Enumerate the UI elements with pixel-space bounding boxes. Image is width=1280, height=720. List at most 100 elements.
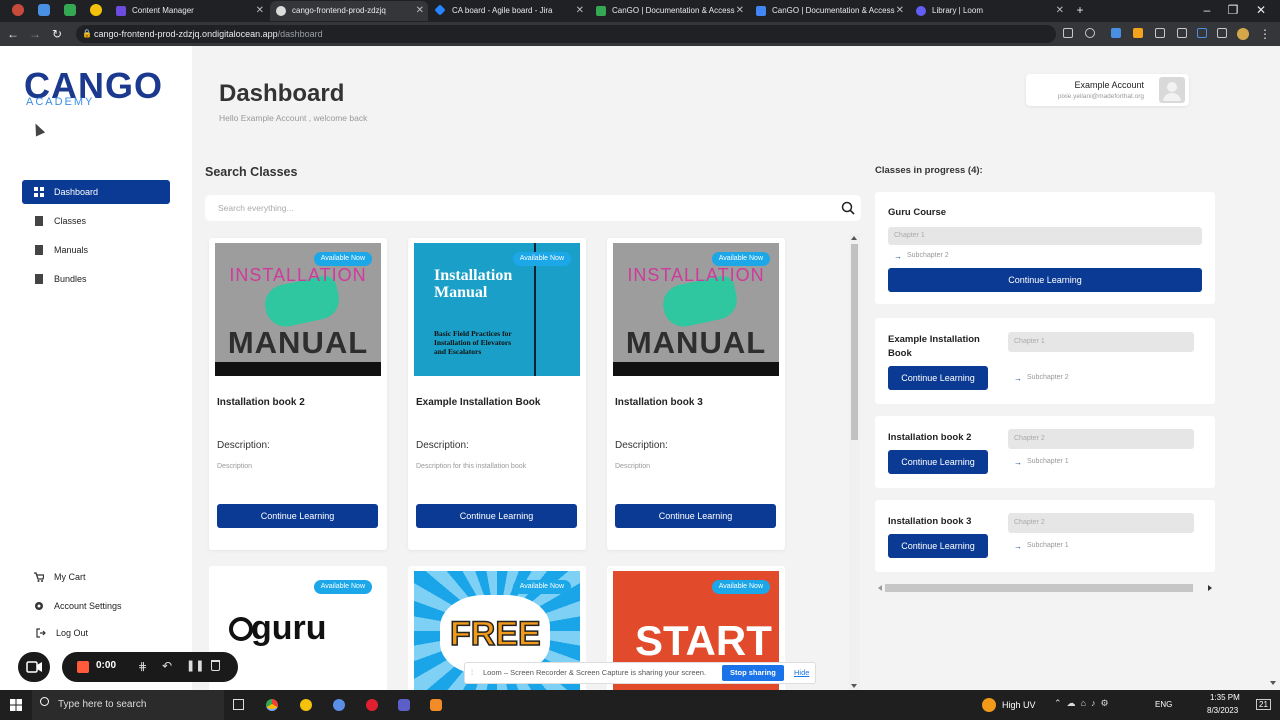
app-icon[interactable] [300, 699, 312, 711]
progress-item: Guru Course Chapter 1 → Subchapter 2 Cont… [875, 192, 1215, 304]
close-icon[interactable]: ✕ [736, 1, 744, 21]
tray-icons[interactable]: ⌃☁⌂♪⚙ [1054, 698, 1114, 709]
account-email: pixie.yeilani@madeforthat.org [1057, 93, 1144, 100]
browser-tab-bar: Content Manager ✕ cango-frontend-prod-zd… [0, 0, 1280, 22]
close-window-button[interactable]: ✕ [1254, 2, 1268, 18]
clock-time[interactable]: 1:35 PM [1210, 693, 1240, 702]
continue-learning-button[interactable]: Continue Learning [888, 268, 1202, 292]
close-icon[interactable]: ✕ [1056, 1, 1064, 21]
close-icon[interactable]: ✕ [576, 1, 584, 21]
star-icon[interactable] [1085, 28, 1095, 38]
account-box[interactable]: Example Account pixie.yeilani@madefortha… [1026, 74, 1189, 106]
profile-avatar[interactable] [1237, 28, 1249, 40]
sidebar-item-classes[interactable]: Classes [22, 209, 170, 233]
notification-badge[interactable]: 21 [1256, 699, 1271, 710]
continue-learning-button[interactable]: Continue Learning [217, 504, 378, 528]
pause-icon[interactable]: ❚❚ [186, 659, 204, 672]
app-icon[interactable] [333, 699, 345, 711]
scroll-up-arrow[interactable] [851, 236, 857, 240]
sidebar-item-my-cart[interactable]: My Cart [34, 570, 86, 584]
task-view-icon[interactable] [233, 699, 244, 710]
back-icon[interactable]: ← [6, 26, 20, 42]
logo[interactable]: CANGO ACADEMY [24, 66, 169, 114]
clock-date[interactable]: 8/3/2023 [1207, 706, 1238, 715]
chrome-icon[interactable] [266, 699, 278, 711]
close-icon[interactable]: ✕ [416, 1, 424, 21]
sublime-icon[interactable] [430, 699, 442, 711]
sidebar-item-log-out[interactable]: Log Out [36, 626, 88, 640]
windows-start-icon[interactable] [10, 699, 22, 711]
subchapter-link[interactable]: → Subchapter 2 [1014, 374, 1069, 383]
extension-icon[interactable] [1111, 28, 1121, 38]
scroll-left-arrow[interactable] [878, 585, 882, 591]
share-icon[interactable] [1063, 28, 1073, 38]
pinned-tab-icon[interactable] [12, 4, 24, 16]
puzzle-icon[interactable] [1155, 28, 1165, 38]
media-icon[interactable] [1177, 28, 1187, 38]
close-icon[interactable]: ✕ [256, 1, 264, 21]
tab-cango-frontend[interactable]: cango-frontend-prod-zdzjq ✕ [270, 1, 428, 21]
tab-content-manager[interactable]: Content Manager ✕ [110, 1, 268, 21]
book-icon [35, 245, 43, 255]
continue-learning-button[interactable]: Continue Learning [416, 504, 577, 528]
sidebar-item-account-settings[interactable]: Account Settings [34, 599, 122, 613]
weather-text[interactable]: High UV [1002, 700, 1036, 710]
continue-learning-button[interactable]: Continue Learning [888, 366, 988, 390]
tab-cango-docs-2[interactable]: CanGO | Documentation & Access ✕ [750, 1, 908, 21]
tab-loom[interactable]: Library | Loom ✕ [910, 1, 1068, 21]
delete-icon[interactable] [211, 660, 220, 671]
pinned-tab-icon[interactable] [38, 4, 50, 16]
class-card[interactable]: INSTALLATION MANUAL Available Now Instal… [209, 238, 387, 550]
avatar[interactable] [1159, 77, 1185, 103]
search-icon[interactable] [841, 201, 855, 215]
class-card[interactable]: Installation Manual Basic Field Practice… [408, 238, 586, 550]
tab-cango-docs[interactable]: CanGO | Documentation & Access ✕ [590, 1, 748, 21]
scroll-right-arrow[interactable] [1208, 585, 1212, 591]
opera-icon[interactable] [366, 699, 378, 711]
download-icon[interactable] [1197, 28, 1207, 38]
status-badge: Available Now [711, 580, 770, 594]
hide-link[interactable]: Hide [794, 663, 809, 683]
search-input[interactable]: Search everything... [205, 195, 861, 221]
subchapter-link[interactable]: → Subchapter 1 [1014, 542, 1069, 551]
drag-handle-icon[interactable]: ⁞ [471, 663, 473, 683]
drawing-tools-icon[interactable]: ⋕ [138, 660, 147, 673]
progress-horizontal-scrollbar[interactable] [875, 584, 1215, 592]
page-scroll-down-arrow[interactable] [1270, 681, 1276, 685]
continue-learning-button[interactable]: Continue Learning [615, 504, 776, 528]
sidebar-item-manuals[interactable]: Manuals [22, 238, 170, 262]
close-icon[interactable]: ✕ [896, 1, 904, 21]
continue-learning-button[interactable]: Continue Learning [888, 534, 988, 558]
sidebar-item-dashboard[interactable]: Dashboard [22, 180, 170, 204]
sidebar-item-bundles[interactable]: Bundles [22, 267, 170, 291]
minimize-button[interactable]: – [1200, 2, 1214, 18]
sidepanel-icon[interactable] [1217, 28, 1227, 38]
reload-icon[interactable]: ↻ [50, 26, 64, 42]
scroll-down-arrow[interactable] [851, 684, 857, 688]
forward-icon[interactable]: → [28, 26, 42, 42]
taskbar-search[interactable]: Type here to search [32, 690, 224, 720]
pinned-tab-icon[interactable] [64, 4, 76, 16]
undo-icon[interactable]: ↶ [162, 659, 172, 673]
camera-button[interactable] [18, 652, 50, 682]
record-stop-button[interactable] [77, 661, 89, 673]
class-card[interactable]: INSTALLATION MANUAL Available Now Instal… [607, 238, 785, 550]
weather-icon[interactable] [982, 698, 996, 712]
url-field[interactable]: 🔒 cango-frontend-prod-zdzjq.ondigitaloce… [76, 25, 1056, 43]
scrollbar-thumb[interactable] [885, 584, 1193, 592]
stop-sharing-button[interactable]: Stop sharing [722, 665, 784, 681]
scrollbar-thumb[interactable] [851, 244, 858, 440]
continue-learning-button[interactable]: Continue Learning [888, 450, 988, 474]
tab-jira[interactable]: CA board - Agile board - Jira ✕ [430, 1, 588, 21]
new-tab-button[interactable]: + [1073, 2, 1087, 18]
language-indicator[interactable]: ENG [1155, 700, 1172, 709]
subchapter-link[interactable]: → Subchapter 2 [894, 252, 949, 261]
teams-icon[interactable] [398, 699, 410, 711]
restore-button[interactable]: ❐ [1226, 2, 1240, 18]
extension-icon[interactable] [1133, 28, 1143, 38]
subchapter-link[interactable]: → Subchapter 1 [1014, 458, 1069, 467]
sidebar-item-label: Manuals [54, 245, 89, 255]
cards-scrollbar[interactable] [849, 234, 860, 690]
pinned-tab-icon[interactable] [90, 4, 102, 16]
menu-icon[interactable]: ⋮ [1258, 26, 1272, 42]
